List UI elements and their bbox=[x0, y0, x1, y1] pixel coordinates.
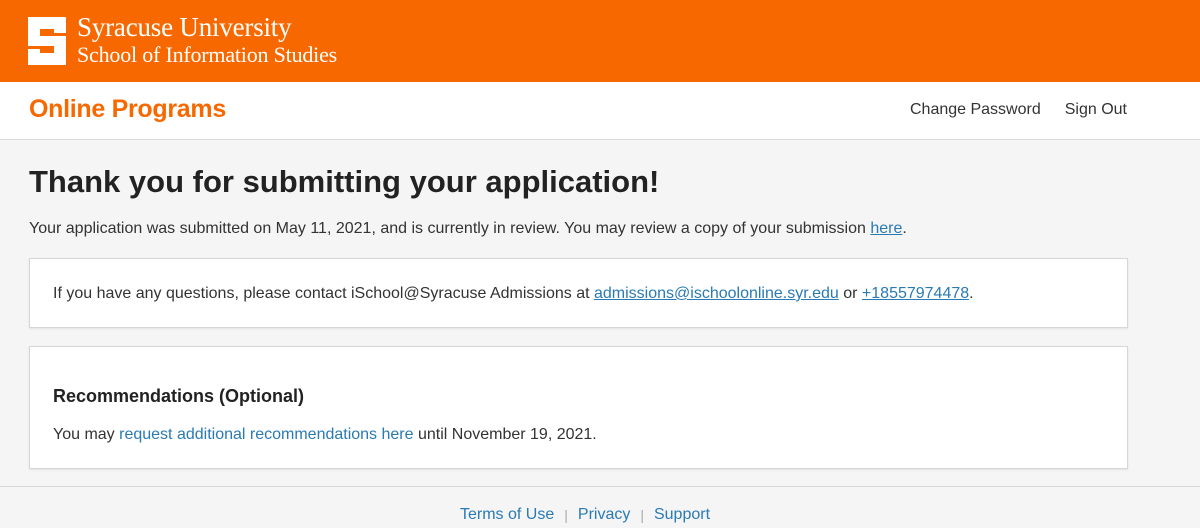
top-nav: Online Programs Change Password Sign Out bbox=[0, 82, 1200, 140]
admissions-email-link[interactable]: admissions@ischoolonline.syr.edu bbox=[594, 285, 839, 302]
intro-period: . bbox=[902, 220, 907, 237]
university-name: Syracuse University bbox=[77, 12, 292, 42]
sign-out-link[interactable]: Sign Out bbox=[1065, 101, 1127, 119]
request-recommendations-link[interactable]: request additional recommendations here bbox=[119, 426, 413, 443]
submission-status-text: Your application was submitted on May 11… bbox=[29, 220, 907, 238]
recommendations-deadline: until November 19, 2021. bbox=[413, 426, 597, 443]
contact-label: If you have any questions, please contac… bbox=[53, 285, 594, 302]
review-submission-link[interactable]: here bbox=[870, 220, 902, 237]
admissions-phone-link[interactable]: +18557974478 bbox=[862, 285, 969, 302]
online-programs-title[interactable]: Online Programs bbox=[29, 95, 226, 124]
recommendations-prefix: You may bbox=[53, 426, 120, 443]
contact-period: . bbox=[969, 285, 974, 302]
page-title: Thank you for submitting your applicatio… bbox=[29, 164, 660, 199]
contact-card: If you have any questions, please contac… bbox=[29, 258, 1128, 328]
syracuse-s-logo-icon bbox=[28, 17, 66, 65]
privacy-link[interactable]: Privacy bbox=[578, 506, 630, 524]
support-link[interactable]: Support bbox=[654, 506, 710, 524]
footer-separator: | bbox=[640, 507, 644, 523]
recommendations-card: Recommendations (Optional) You may reque… bbox=[29, 346, 1128, 469]
school-name: School of Information Studies bbox=[77, 42, 338, 67]
brand-wordmark[interactable]: Syracuse University School of Informatio… bbox=[77, 14, 337, 68]
brand-header: Syracuse University School of Informatio… bbox=[0, 0, 1200, 82]
terms-of-use-link[interactable]: Terms of Use bbox=[460, 506, 554, 524]
page-footer: Terms of Use | Privacy | Support bbox=[0, 486, 1200, 528]
footer-links: Terms of Use | Privacy | Support bbox=[460, 506, 710, 524]
recommendations-text: You may request additional recommendatio… bbox=[53, 426, 597, 444]
footer-separator: | bbox=[564, 507, 568, 523]
account-links: Change Password Sign Out bbox=[910, 101, 1127, 119]
contact-or: or bbox=[838, 285, 862, 302]
recommendations-heading: Recommendations (Optional) bbox=[53, 386, 305, 406]
change-password-link[interactable]: Change Password bbox=[910, 101, 1041, 119]
submission-status-label: Your application was submitted on May 11… bbox=[29, 220, 871, 237]
contact-text: If you have any questions, please contac… bbox=[53, 285, 974, 303]
